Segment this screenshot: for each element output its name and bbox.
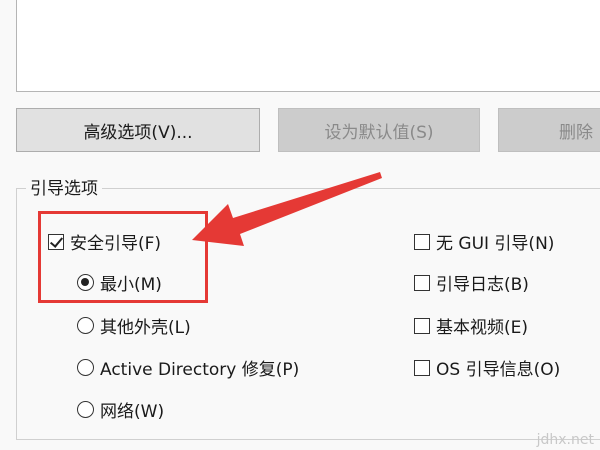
system-configuration-boot-tab: 高级选项(V)... 设为默认值(S) 删除 引导选项 安全引导(F) 最小(M…: [0, 0, 600, 450]
annotation-arrow-shape: [192, 172, 382, 246]
watermark: jdhx.net: [536, 432, 594, 448]
annotation-arrow-icon: [192, 172, 382, 246]
